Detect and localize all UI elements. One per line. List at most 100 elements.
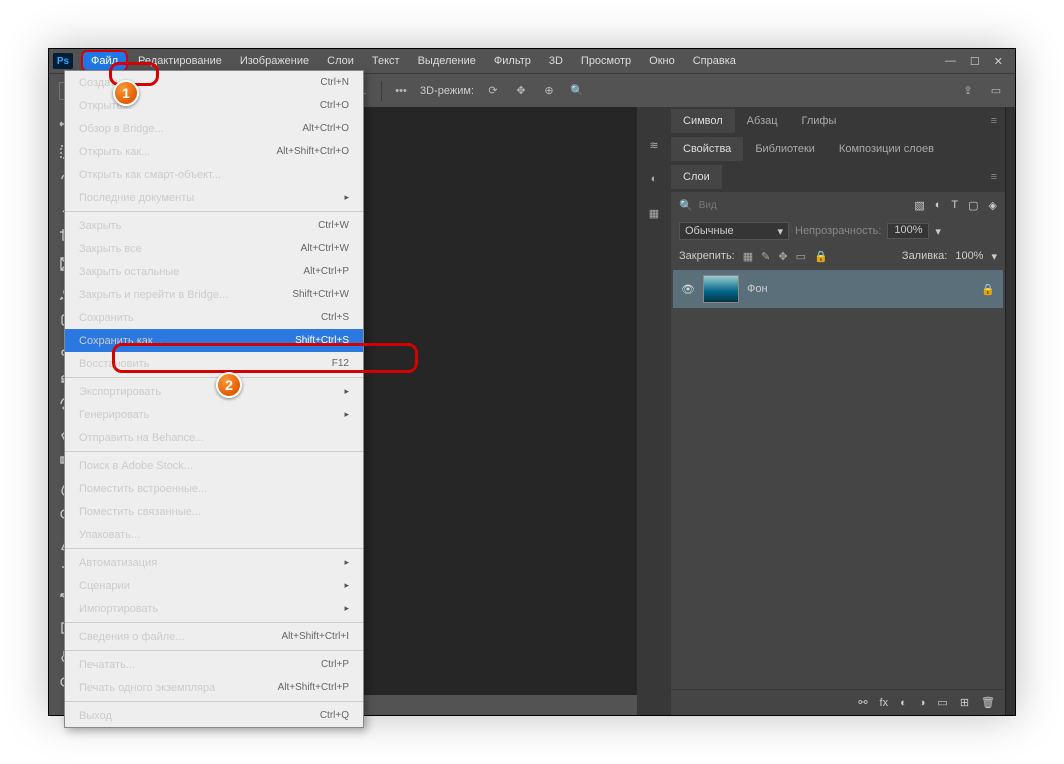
menu-item[interactable]: Создать...Ctrl+N: [65, 71, 363, 94]
delete-layer-icon[interactable]: 🗑: [981, 696, 995, 709]
menu-window[interactable]: Окно: [641, 52, 683, 70]
orbit-icon[interactable]: ⟳: [484, 83, 502, 99]
menu-item: Открыть...Ctrl+O: [65, 94, 363, 117]
swatches-panel-icon[interactable]: ▦: [644, 203, 664, 223]
visibility-icon[interactable]: 👁: [681, 283, 695, 296]
menu-item[interactable]: Экспортировать: [65, 380, 363, 403]
layer-thumbnail[interactable]: [703, 275, 739, 303]
menu-item[interactable]: Сценарии: [65, 574, 363, 597]
filter-type-icon[interactable]: T: [951, 199, 958, 212]
opacity-value[interactable]: 100%: [887, 223, 929, 239]
layer-style-icon[interactable]: fx: [880, 697, 889, 709]
menu-help[interactable]: Справка: [685, 52, 744, 70]
badge-2: 2: [216, 372, 242, 398]
search-icon[interactable]: 🔍: [568, 83, 586, 99]
layers-menu-icon[interactable]: ≡: [983, 171, 1005, 183]
color-panel-icon[interactable]: ◐: [644, 169, 664, 189]
menu-item[interactable]: Обзор в Bridge...Alt+Ctrl+O: [65, 117, 363, 140]
menu-item[interactable]: Генерировать: [65, 403, 363, 426]
filter-smart-icon[interactable]: ◈: [989, 199, 997, 212]
history-panel-icon[interactable]: ≋: [644, 135, 664, 155]
maximize-button[interactable]: ☐: [970, 55, 980, 68]
filter-pixel-icon[interactable]: ▧: [914, 199, 924, 212]
menu-item[interactable]: Последние документы: [65, 186, 363, 209]
menu-item: Упаковать...: [65, 523, 363, 546]
minimize-button[interactable]: —: [945, 55, 956, 68]
lock-icon[interactable]: 🔒: [981, 283, 995, 296]
new-layer-icon[interactable]: ⊞: [960, 696, 969, 709]
lock-all-icon[interactable]: 🔒: [814, 250, 828, 263]
menu-item[interactable]: Печатать...Ctrl+P: [65, 653, 363, 676]
panel-menu-icon[interactable]: ≡: [983, 115, 1005, 127]
menu-item[interactable]: Автоматизация: [65, 551, 363, 574]
menu-layer[interactable]: Слои: [319, 52, 362, 70]
search-icon[interactable]: 🔍: [679, 199, 693, 212]
tab-layers[interactable]: Слои: [671, 165, 722, 189]
filter-adjust-icon[interactable]: ◐: [935, 199, 942, 212]
menu-item[interactable]: Отправить на Behance...: [65, 426, 363, 449]
workspace-icon[interactable]: ▭: [987, 83, 1005, 99]
menu-item[interactable]: Печать одного экземпляраAlt+Shift+Ctrl+P: [65, 676, 363, 699]
zoom-3d-icon[interactable]: ⊕: [540, 83, 558, 99]
fill-value[interactable]: 100%: [955, 250, 983, 262]
layer-filter-input[interactable]: [699, 200, 759, 211]
menu-select[interactable]: Выделение: [410, 52, 484, 70]
link-layers-icon[interactable]: ⚯: [858, 696, 867, 709]
layer-filter: 🔍 ▧ ◐ T ▢ ◈: [671, 192, 1005, 218]
menu-item[interactable]: Поместить связанные...: [65, 500, 363, 523]
menu-image[interactable]: Изображение: [232, 52, 317, 70]
share-icon[interactable]: ⇪: [959, 83, 977, 99]
menu-3d[interactable]: 3D: [541, 52, 571, 70]
menu-view[interactable]: Просмотр: [573, 52, 639, 70]
tab-properties[interactable]: Свойства: [671, 137, 743, 161]
tab-glyphs[interactable]: Глифы: [790, 109, 849, 133]
menu-item[interactable]: Поиск в Adobe Stock...: [65, 454, 363, 477]
new-group-icon[interactable]: ▭: [937, 696, 947, 709]
menu-item[interactable]: Закрыть и перейти в Bridge...Shift+Ctrl+…: [65, 283, 363, 306]
menu-item[interactable]: Импортировать: [65, 597, 363, 620]
window-controls: — ☐ ✕: [945, 55, 1011, 68]
opacity-label: Непрозрачность:: [795, 225, 881, 237]
layer-mask-icon[interactable]: ◐: [900, 697, 907, 709]
layers-tabs: Слои ≡: [671, 163, 1005, 191]
menu-item[interactable]: Закрыть всеAlt+Ctrl+W: [65, 237, 363, 260]
menu-item: ВосстановитьF12: [65, 352, 363, 375]
menu-edit[interactable]: Редактирование: [130, 52, 230, 70]
lock-paint-icon[interactable]: ✎: [761, 250, 770, 263]
lock-artboard-icon[interactable]: ▭: [796, 250, 806, 263]
adjustment-layer-icon[interactable]: ◑: [919, 697, 926, 709]
close-button[interactable]: ✕: [994, 55, 1003, 68]
menu-filter[interactable]: Фильтр: [486, 52, 539, 70]
pan-icon[interactable]: ✥: [512, 83, 530, 99]
panels-dock: ≋ ◐ ▦ Символ Абзац Глифы ≡ Свойства Библ…: [637, 107, 1015, 715]
dock-handle[interactable]: [1005, 107, 1015, 715]
lock-row: Закрепить: ▦ ✎ ✥ ▭ 🔒 Заливка: 100%▾: [671, 244, 1005, 268]
menu-file[interactable]: Файл: [81, 50, 128, 72]
menu-item[interactable]: Открыть как...Alt+Shift+Ctrl+O: [65, 140, 363, 163]
blend-mode-select[interactable]: Обычные▾: [679, 222, 789, 240]
layer-background[interactable]: 👁 Фон 🔒: [673, 270, 1003, 308]
menu-item[interactable]: ВыходCtrl+Q: [65, 704, 363, 727]
collapsed-panels: ≋ ◐ ▦: [637, 107, 671, 715]
more-icon[interactable]: •••: [392, 83, 410, 99]
lock-move-icon[interactable]: ✥: [778, 250, 787, 263]
tab-character[interactable]: Символ: [671, 109, 735, 133]
menu-type[interactable]: Текст: [364, 52, 408, 70]
blend-opacity-row: Обычные▾ Непрозрачность: 100%▾: [671, 218, 1005, 244]
filter-shape-icon[interactable]: ▢: [968, 199, 978, 212]
layers-footer: ⚯ fx ◐ ◑ ▭ ⊞ 🗑: [671, 689, 1005, 715]
layer-name[interactable]: Фон: [747, 283, 768, 295]
lock-transparency-icon[interactable]: ▦: [743, 250, 753, 263]
menu-item[interactable]: Сохранить как...Shift+Ctrl+S: [65, 329, 363, 352]
menu-item[interactable]: Сведения о файле...Alt+Shift+Ctrl+I: [65, 625, 363, 648]
menu-item: СохранитьCtrl+S: [65, 306, 363, 329]
tab-libraries[interactable]: Библиотеки: [743, 137, 827, 161]
menu-item: Закрыть остальныеAlt+Ctrl+P: [65, 260, 363, 283]
menu-item[interactable]: Открыть как смарт-объект...: [65, 163, 363, 186]
menu-item[interactable]: Поместить встроенные...: [65, 477, 363, 500]
tab-layer-comps[interactable]: Композиции слоев: [827, 137, 946, 161]
menu-item[interactable]: ЗакрытьCtrl+W: [65, 214, 363, 237]
character-tabs: Символ Абзац Глифы ≡: [671, 107, 1005, 135]
tab-paragraph[interactable]: Абзац: [735, 109, 790, 133]
badge-1: 1: [113, 80, 139, 106]
